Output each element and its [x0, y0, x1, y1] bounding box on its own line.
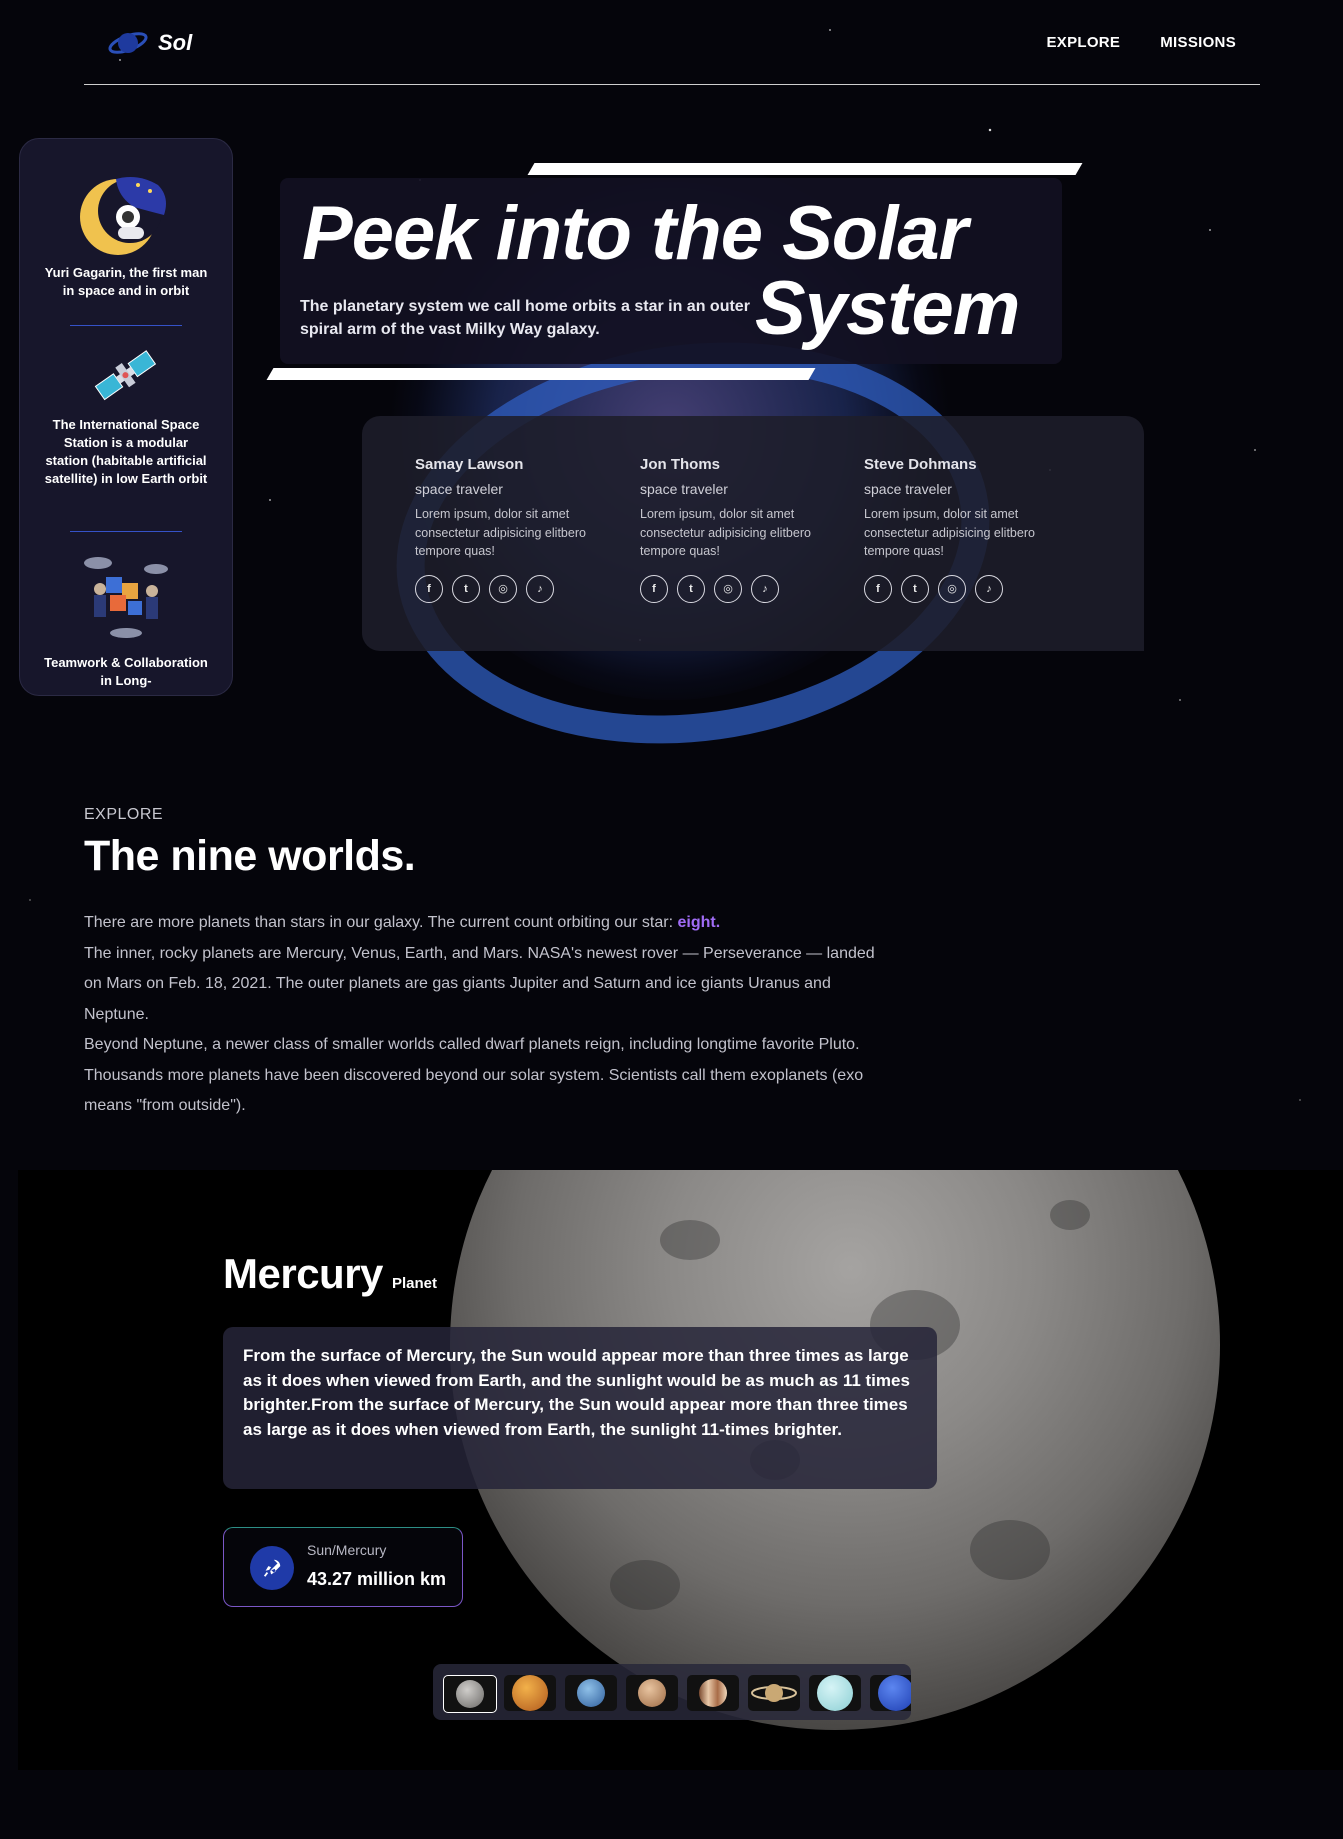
- brand-logo[interactable]: Sol: [108, 28, 192, 58]
- member-role: space traveler: [864, 481, 952, 497]
- hero-title-line2: System: [755, 266, 1020, 351]
- nav-links: EXPLORE MISSIONS: [1046, 34, 1236, 51]
- hero-subtitle: The planetary system we call home orbits…: [300, 298, 750, 338]
- social-links: f t ◎ ♪: [864, 574, 1064, 603]
- team-member: Samay Lawson space traveler Lorem ipsum,…: [415, 456, 615, 603]
- satellite-icon: [94, 350, 157, 401]
- team-member: Steve Dohmans space traveler Lorem ipsum…: [864, 456, 1064, 603]
- planet-logo-icon: [108, 32, 148, 54]
- member-name: Samay Lawson: [415, 456, 524, 473]
- twitter-icon[interactable]: t: [677, 574, 705, 603]
- distance-label: Sun/Mercury: [307, 1542, 387, 1558]
- body-paragraph: There are more planets than stars in our…: [84, 908, 884, 939]
- thumb-jupiter[interactable]: [687, 1675, 739, 1711]
- sidebar-divider: [70, 325, 182, 326]
- accent-text: eight.: [677, 914, 721, 931]
- instagram-icon[interactable]: ◎: [489, 574, 517, 603]
- member-role: space traveler: [640, 481, 728, 497]
- tiktok-icon[interactable]: ♪: [751, 574, 779, 603]
- facebook-icon[interactable]: f: [864, 574, 892, 603]
- body-paragraph: The inner, rocky planets are Mercury, Ve…: [84, 944, 875, 1023]
- sidebar-item-iss[interactable]: The International Space Station is a mod…: [20, 341, 232, 488]
- thumb-mars[interactable]: [626, 1675, 678, 1711]
- hero-title-line1: Peek into the Solar: [302, 191, 968, 276]
- planet-description: From the surface of Mercury, the Sun wou…: [243, 1346, 910, 1439]
- member-description: Lorem ipsum, dolor sit amet consectetur …: [640, 507, 811, 558]
- social-links: f t ◎ ♪: [640, 574, 840, 603]
- planet-tag: Planet: [392, 1275, 438, 1292]
- facebook-icon[interactable]: f: [415, 574, 443, 603]
- nav-missions-link[interactable]: MISSIONS: [1160, 34, 1236, 51]
- tiktok-icon[interactable]: ♪: [526, 574, 554, 603]
- thumb-uranus[interactable]: [809, 1675, 861, 1711]
- instagram-icon[interactable]: ◎: [714, 574, 742, 603]
- twitter-icon[interactable]: t: [901, 574, 929, 603]
- sidebar-caption: Teamwork & Collaboration in Long-: [44, 655, 208, 688]
- thumb-saturn[interactable]: [748, 1675, 800, 1711]
- decor-stripe-top: [527, 163, 1083, 175]
- twitter-icon[interactable]: t: [452, 574, 480, 603]
- section-eyebrow: EXPLORE: [84, 806, 164, 823]
- instagram-icon[interactable]: ◎: [938, 574, 966, 603]
- nav-explore-link[interactable]: EXPLORE: [1046, 34, 1120, 51]
- brand-name: Sol: [158, 30, 193, 55]
- member-description: Lorem ipsum, dolor sit amet consectetur …: [415, 507, 586, 558]
- facebook-icon[interactable]: f: [640, 574, 668, 603]
- thumb-neptune[interactable]: [870, 1675, 911, 1711]
- social-links: f t ◎ ♪: [415, 574, 615, 603]
- team-card: Samay Lawson space traveler Lorem ipsum,…: [362, 416, 1144, 651]
- member-role: space traveler: [415, 481, 503, 497]
- member-description: Lorem ipsum, dolor sit amet consectetur …: [864, 507, 1035, 558]
- sidebar-caption: Yuri Gagarin, the first man in space and…: [44, 265, 208, 298]
- distance-card: Sun/Mercury 43.27 million km: [223, 1527, 463, 1607]
- sidebar-item-gagarin[interactable]: Yuri Gagarin, the first man in space and…: [20, 171, 232, 300]
- decor-stripe-bottom: [266, 368, 816, 380]
- member-name: Jon Thoms: [640, 456, 721, 473]
- distance-value: 43.27 million km: [307, 1569, 447, 1589]
- sidebar-divider: [70, 531, 182, 532]
- sidebar-caption: The International Space Station is a mod…: [44, 417, 208, 486]
- planet-name: Mercury: [223, 1250, 383, 1297]
- team-member: Jon Thoms space traveler Lorem ipsum, do…: [640, 456, 840, 603]
- rocket-icon: [250, 1546, 294, 1590]
- planet-thumbnail-bar: [433, 1664, 911, 1720]
- astronaut-moon-icon: [80, 177, 166, 255]
- body-paragraph: Beyond Neptune, a newer class of smaller…: [84, 1036, 864, 1114]
- teamwork-icon: [84, 557, 168, 638]
- thumb-mercury[interactable]: [443, 1675, 497, 1713]
- sidebar-item-teamwork[interactable]: Teamwork & Collaboration in Long-: [20, 549, 232, 690]
- member-name: Steve Dohmans: [864, 456, 977, 473]
- section-body: There are more planets than stars in our…: [84, 908, 884, 1122]
- body-text: There are more planets than stars in our…: [84, 914, 674, 931]
- sidebar-panel: Yuri Gagarin, the first man in space and…: [19, 138, 233, 696]
- thumb-venus[interactable]: [504, 1675, 556, 1711]
- thumb-earth[interactable]: [565, 1675, 617, 1711]
- top-nav: Sol EXPLORE MISSIONS: [84, 22, 1260, 85]
- section-title: The nine worlds.: [84, 832, 416, 880]
- tiktok-icon[interactable]: ♪: [975, 574, 1003, 603]
